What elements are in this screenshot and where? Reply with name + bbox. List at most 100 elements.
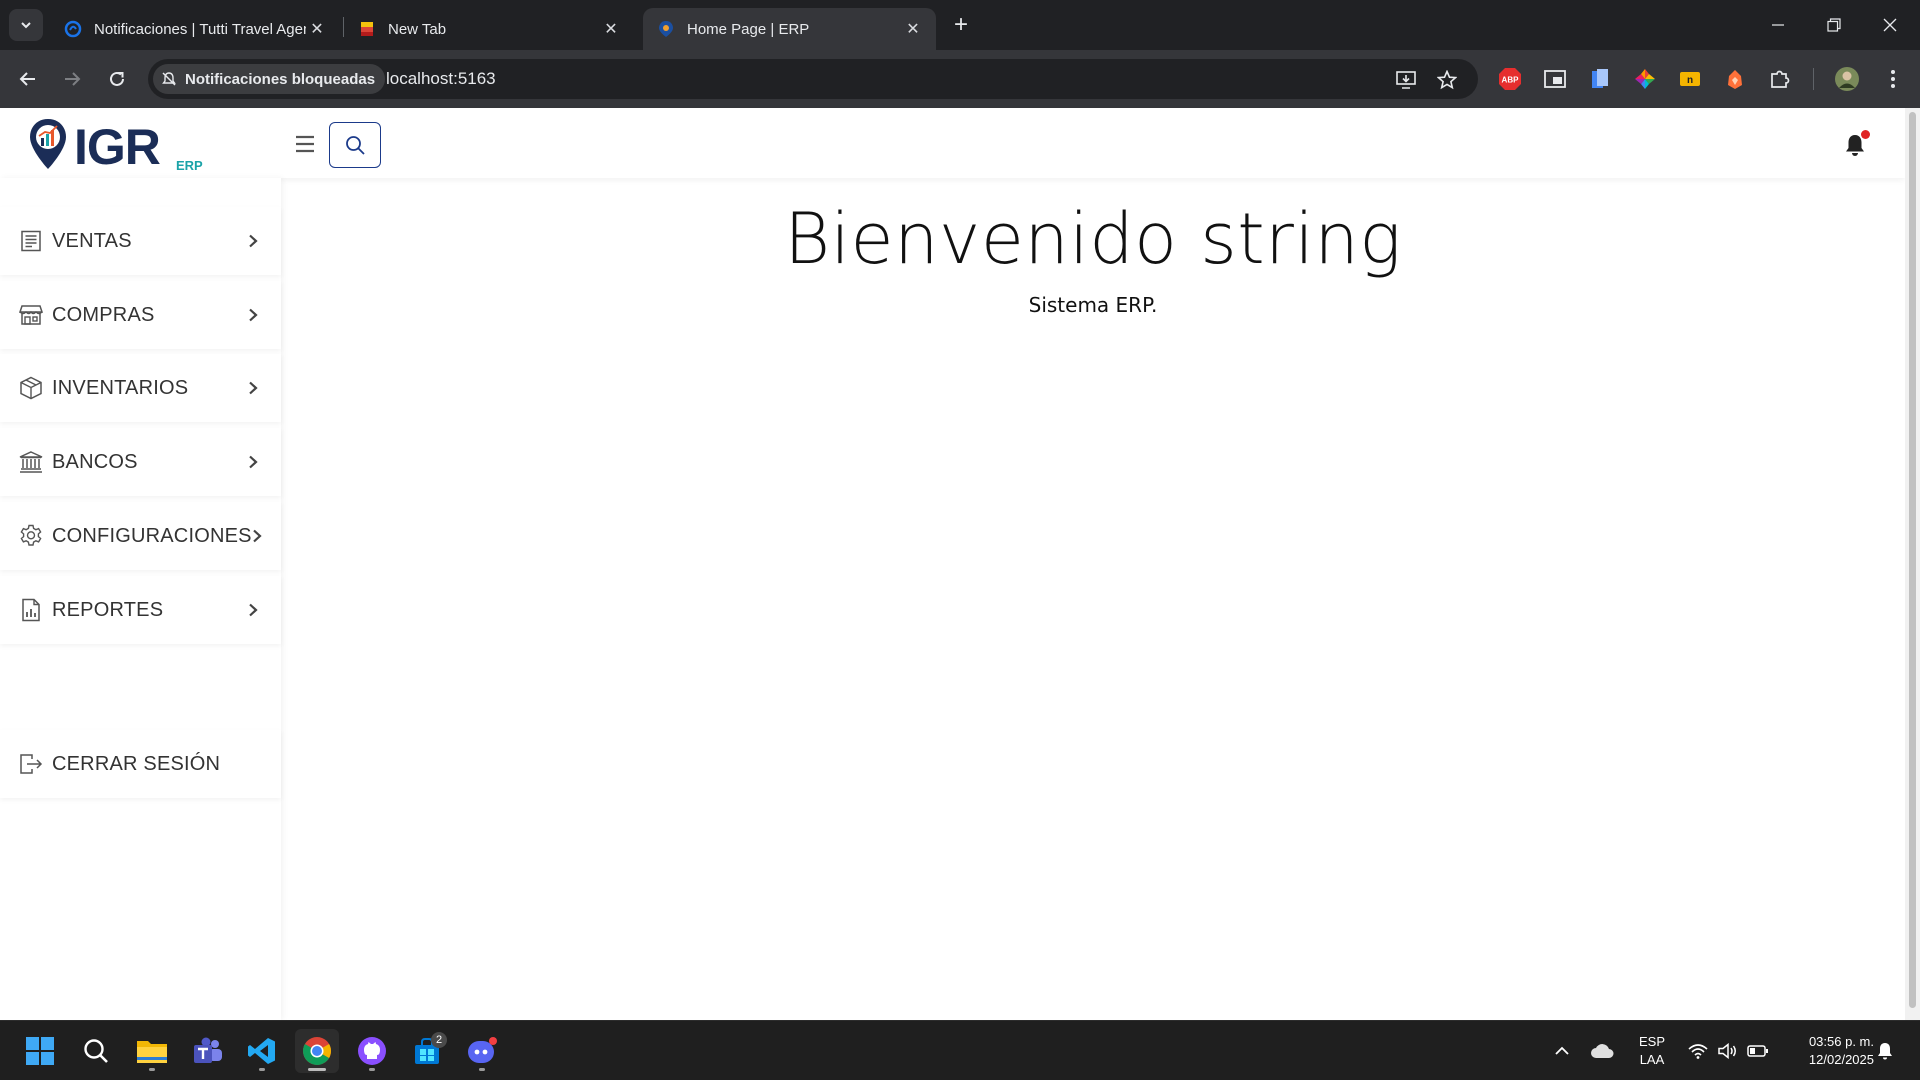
url-text[interactable]: localhost:5163 bbox=[386, 69, 496, 89]
close-window-button[interactable] bbox=[1864, 0, 1916, 50]
volume-button[interactable] bbox=[1713, 1021, 1743, 1080]
keyboard-layout: LAA bbox=[1639, 1052, 1665, 1067]
scrollbar-thumb[interactable] bbox=[1909, 112, 1916, 1008]
address-bar[interactable]: Notificaciones bloqueadas localhost:5163 bbox=[148, 59, 1478, 99]
erp-favicon-icon bbox=[657, 20, 675, 38]
site-info-chip[interactable]: Notificaciones bloqueadas bbox=[153, 64, 386, 94]
search-icon bbox=[84, 1039, 108, 1063]
color-picker-extension[interactable] bbox=[1631, 65, 1659, 93]
bell-icon bbox=[1878, 1043, 1892, 1060]
close-icon[interactable]: ✕ bbox=[600, 18, 622, 40]
logout-icon bbox=[19, 752, 43, 776]
language-code: ESP bbox=[1638, 1034, 1665, 1049]
hamburger-icon bbox=[296, 135, 314, 153]
notification-center-button[interactable] bbox=[1870, 1021, 1900, 1080]
extensions-button[interactable] bbox=[1766, 65, 1794, 93]
map-pin-logo-icon bbox=[30, 119, 66, 169]
notification-dot bbox=[1861, 130, 1870, 139]
taskbar-microsoft-store[interactable]: 2 bbox=[405, 1029, 449, 1073]
start-button[interactable] bbox=[18, 1029, 62, 1073]
running-indicator bbox=[479, 1068, 485, 1071]
logo-subtitle: ERP bbox=[176, 158, 203, 173]
chevron-right-icon bbox=[243, 381, 263, 395]
app-header: IGR ERP bbox=[0, 108, 1905, 178]
tab-home-page[interactable]: Home Page | ERP ✕ bbox=[643, 8, 936, 50]
welcome-heading: Bienvenido string bbox=[784, 198, 1402, 280]
sidebar-toggle-button[interactable] bbox=[292, 133, 318, 155]
taskbar-github-desktop[interactable] bbox=[350, 1029, 394, 1073]
tab-new-tab[interactable]: New Tab ✕ bbox=[344, 8, 634, 50]
tab-title: New Tab bbox=[388, 20, 447, 38]
input-language-indicator[interactable]: ESP LAA bbox=[1634, 1033, 1670, 1069]
toolbar-separator bbox=[1813, 68, 1814, 90]
taskbar-vscode[interactable] bbox=[240, 1029, 284, 1073]
erp-app: IGR ERP VENTAS COMPRAS INVENTARIOS BANCO… bbox=[0, 108, 1920, 1020]
star-icon bbox=[1437, 70, 1457, 90]
install-app-icon bbox=[1396, 71, 1416, 89]
show-hidden-icons-button[interactable] bbox=[1547, 1021, 1577, 1080]
sidebar-item-reportes[interactable]: REPORTES bbox=[0, 576, 281, 644]
reload-button[interactable] bbox=[101, 63, 133, 95]
taskbar-chrome[interactable] bbox=[295, 1029, 339, 1073]
taskbar-teams[interactable] bbox=[185, 1029, 229, 1073]
install-app-button[interactable] bbox=[1393, 67, 1419, 93]
minimize-button[interactable] bbox=[1752, 0, 1804, 50]
back-button[interactable] bbox=[12, 63, 44, 95]
search-button[interactable] bbox=[329, 122, 381, 168]
notifications-off-icon bbox=[162, 72, 176, 86]
sidebar-item-label: BANCOS bbox=[52, 450, 138, 473]
tab-notificaciones[interactable]: Notificaciones | Tutti Travel Agency ✕ bbox=[50, 8, 340, 50]
chevron-right-icon bbox=[243, 455, 263, 469]
bookmark-star-button[interactable] bbox=[1434, 67, 1460, 93]
fox-extension[interactable] bbox=[1721, 65, 1749, 93]
vscode-icon bbox=[248, 1038, 275, 1064]
wifi-button[interactable] bbox=[1683, 1021, 1713, 1080]
tab-search-button[interactable] bbox=[9, 9, 43, 41]
docs-extension[interactable] bbox=[1586, 65, 1614, 93]
taskbar-file-explorer[interactable] bbox=[130, 1029, 174, 1073]
sidebar-item-inventarios[interactable]: INVENTARIOS bbox=[0, 354, 281, 422]
chevron-right-icon bbox=[243, 234, 263, 248]
battery-button[interactable] bbox=[1743, 1021, 1773, 1080]
restore-button[interactable] bbox=[1808, 0, 1860, 50]
kebab-menu-icon bbox=[1891, 70, 1895, 88]
chrome-menu-button[interactable] bbox=[1879, 65, 1907, 93]
sidebar-item-label: REPORTES bbox=[52, 598, 164, 621]
system-clock[interactable]: 03:56 p. m. 12/02/2025 bbox=[1780, 1033, 1874, 1069]
sidebar-item-label: COMPRAS bbox=[52, 303, 155, 326]
windows-taskbar: 2 ESP LAA 03:56 p. m. 12/02/2025 bbox=[0, 1020, 1920, 1080]
igr-logo[interactable]: IGR ERP bbox=[28, 118, 208, 175]
page-scrollbar[interactable] bbox=[1905, 108, 1920, 1020]
receipt-list-icon bbox=[19, 229, 43, 253]
taskbar-search-button[interactable] bbox=[74, 1029, 118, 1073]
cloud-icon bbox=[1591, 1044, 1614, 1058]
onedrive-tray-button[interactable] bbox=[1587, 1021, 1617, 1080]
sidebar-item-label: INVENTARIOS bbox=[52, 376, 189, 399]
sidebar-item-configuraciones[interactable]: CONFIGURACIONES bbox=[0, 502, 281, 570]
welcome-subtitle: Sistema ERP. bbox=[1028, 293, 1158, 317]
store-badge: 2 bbox=[431, 1032, 447, 1048]
notifications-button[interactable] bbox=[1844, 130, 1870, 158]
profile-avatar[interactable] bbox=[1833, 65, 1861, 93]
adblock-plus-extension[interactable]: ABP bbox=[1496, 65, 1524, 93]
taskbar-discord[interactable] bbox=[460, 1029, 504, 1073]
close-icon[interactable]: ✕ bbox=[306, 18, 328, 40]
forward-button[interactable] bbox=[56, 63, 88, 95]
sidebar-item-compras[interactable]: COMPRAS bbox=[0, 281, 281, 349]
close-icon[interactable]: ✕ bbox=[902, 18, 924, 40]
picture-in-picture-extension[interactable] bbox=[1541, 65, 1569, 93]
tutti-travel-favicon-icon bbox=[64, 20, 82, 38]
running-indicator bbox=[369, 1068, 375, 1071]
logout-label: CERRAR SESIÓN bbox=[52, 752, 221, 775]
fox-icon bbox=[1728, 70, 1742, 89]
new-tab-button[interactable]: + bbox=[944, 11, 978, 38]
sidebar: VENTAS COMPRAS INVENTARIOS BANCOS CONFIG… bbox=[0, 178, 281, 1020]
sidebar-item-label: VENTAS bbox=[52, 229, 132, 252]
sidebar-item-bancos[interactable]: BANCOS bbox=[0, 428, 281, 496]
logo-text: IGR bbox=[74, 119, 161, 175]
translator-extension[interactable]: n bbox=[1676, 65, 1704, 93]
browser-toolbar: Notificaciones bloqueadas localhost:5163… bbox=[0, 50, 1920, 108]
logout-button[interactable]: CERRAR SESIÓN bbox=[0, 730, 281, 798]
puzzle-icon bbox=[1771, 70, 1790, 88]
sidebar-item-ventas[interactable]: VENTAS bbox=[0, 207, 281, 275]
